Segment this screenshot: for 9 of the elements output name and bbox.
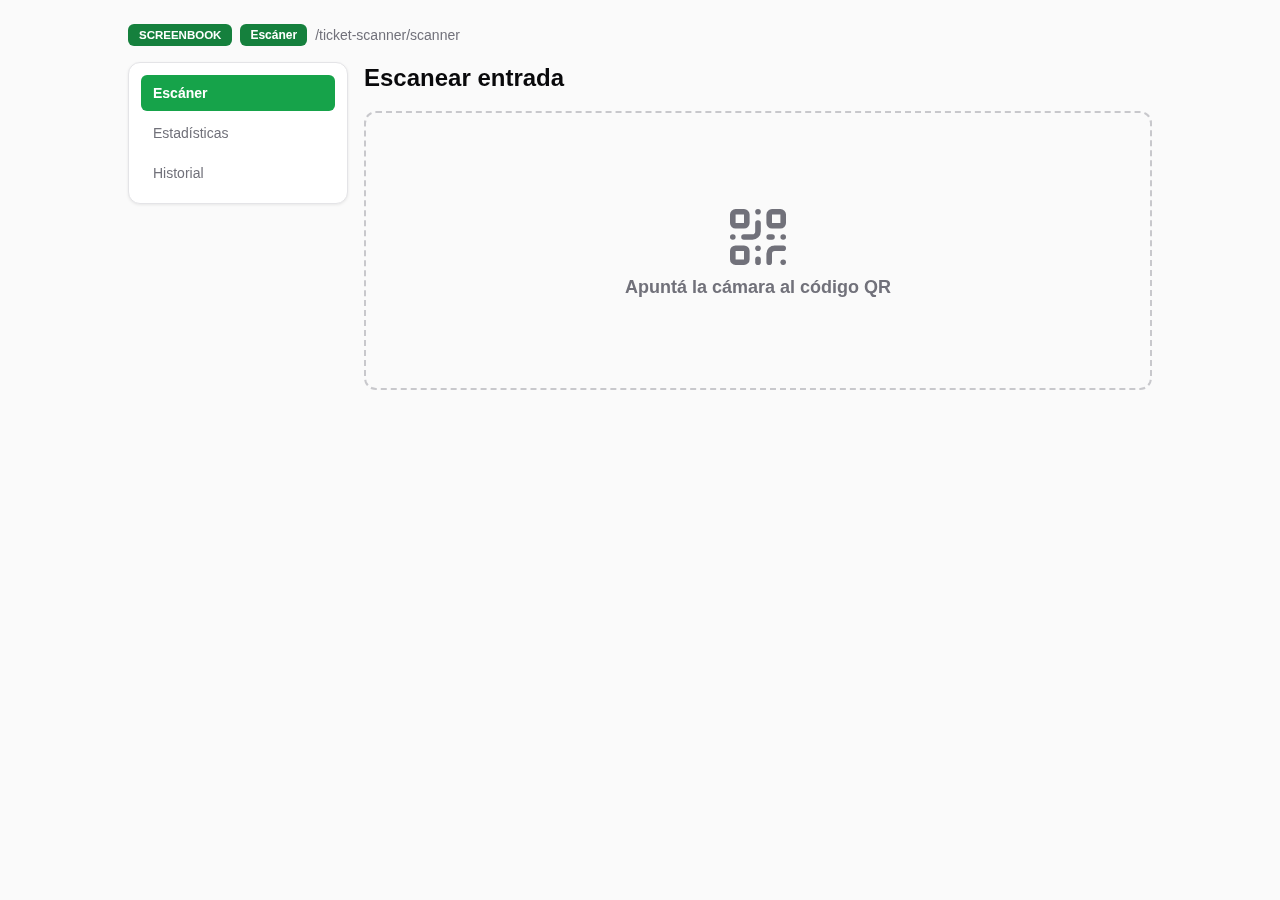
page-title: Escanear entrada [364, 63, 566, 93]
sidebar-item[interactable]: Historial [141, 155, 335, 191]
sidebar-item[interactable]: Escáner [141, 75, 335, 111]
scan-prompt: Apuntá la cámara al código QR [624, 277, 892, 298]
qr-code-icon [730, 209, 786, 265]
route-path: /ticket-scanner/scanner [315, 27, 460, 43]
sidebar-item[interactable]: Estadísticas [141, 115, 335, 151]
app-badge: SCREENBOOK [128, 24, 233, 46]
page-badge: Escáner [240, 24, 308, 46]
